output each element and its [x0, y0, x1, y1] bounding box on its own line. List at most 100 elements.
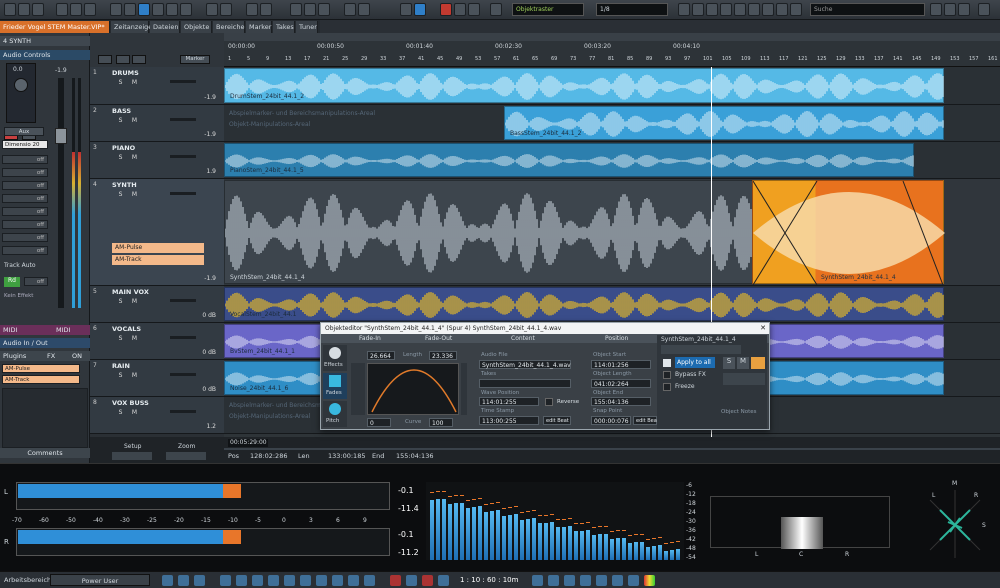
tab-marker[interactable]: Marker [246, 21, 272, 33]
skip-forward-icon[interactable] [300, 575, 311, 586]
range-tool-icon[interactable] [138, 3, 150, 16]
workspace-select[interactable]: Power User [50, 574, 150, 586]
grid-icon[interactable] [358, 3, 370, 16]
track-name[interactable]: MAIN VOX [112, 288, 149, 296]
tab-zeitanzeige[interactable]: Zeitanzeige [111, 21, 152, 33]
solo-button[interactable]: S [116, 79, 125, 88]
dvd-icon[interactable] [318, 3, 330, 16]
loop-play-icon[interactable] [734, 3, 746, 16]
copy-icon[interactable] [70, 3, 82, 16]
solo-button[interactable]: S [116, 298, 125, 307]
solo-button[interactable]: S [116, 191, 125, 200]
undo-icon[interactable] [206, 3, 218, 16]
audio-clip[interactable]: VocalStem_24bit_44.1 [224, 287, 944, 321]
grid-icon[interactable] [178, 575, 189, 586]
send-slot[interactable]: off [2, 155, 48, 164]
timeline-ruler[interactable]: 00:00:00 00:00:50 00:01:40 00:02:30 00:03:20… [224, 33, 1000, 67]
pan-knob-area[interactable]: 0.0 [6, 63, 36, 123]
loop-icon[interactable] [348, 575, 359, 586]
eye-icon[interactable] [406, 575, 417, 586]
mute-button[interactable]: M [130, 154, 139, 163]
track-header[interactable]: 2 BASS S M -1.9 [90, 105, 224, 142]
mixer-icon[interactable] [290, 3, 302, 16]
audio-inout-header[interactable]: Audio In / Out [0, 338, 90, 348]
tab-objekte[interactable]: Objekte [181, 21, 212, 33]
fade-in-value[interactable]: 26.664 [367, 351, 395, 360]
tab-effects[interactable]: Effects [323, 345, 347, 371]
audio-clip[interactable]: BassStem_24bit_44.1_2 [504, 106, 944, 140]
aux-button[interactable]: Aux [4, 127, 44, 136]
ruler-scroll[interactable] [224, 33, 1000, 41]
object-end-field[interactable]: 155:04:136 [591, 397, 651, 406]
mute-tool-icon[interactable] [180, 3, 192, 16]
reverse-checkbox[interactable] [545, 398, 553, 406]
track-view-icon[interactable] [98, 55, 112, 64]
play-object-icon[interactable] [751, 357, 765, 369]
cut-icon[interactable] [56, 3, 68, 16]
track-name[interactable]: SYNTH [112, 181, 137, 189]
tool-icon-b[interactable] [548, 575, 559, 586]
comments-header[interactable]: Comments [0, 448, 90, 458]
setup-buttons[interactable] [112, 452, 152, 460]
track-volume[interactable]: 1.2 [206, 423, 216, 430]
tool-icon-e[interactable] [596, 575, 607, 586]
quantize-select[interactable]: 1/8 [596, 3, 668, 16]
fader-handle[interactable] [55, 128, 67, 144]
track-volume[interactable]: 1.9 [206, 168, 216, 175]
loop-record-icon[interactable] [454, 3, 466, 16]
track-volume[interactable]: 0 dB [202, 386, 216, 393]
wave-position-field[interactable]: 114:01:255 [479, 397, 539, 406]
curve-left-value[interactable]: 0 [367, 418, 391, 427]
mute-button[interactable]: M [130, 79, 139, 88]
auto-icon[interactable] [304, 3, 316, 16]
zoom-tool-icon[interactable] [166, 3, 178, 16]
time-stamp-field[interactable]: 113:00:255 [479, 416, 539, 425]
track-lane[interactable]: DrumStem_24bit_44.1_2 [224, 67, 1000, 105]
play-icon[interactable] [332, 575, 343, 586]
audio-controls-header[interactable]: Audio Controls [0, 50, 90, 60]
track-lane[interactable]: SynthStem_24bit_44.1_4 SynthStem_24bit_44… [224, 179, 1000, 286]
send-slot[interactable]: off [2, 246, 48, 255]
search-input[interactable]: Suche [810, 3, 925, 16]
tool-icon-d[interactable] [580, 575, 591, 586]
send-slot[interactable]: off [2, 194, 48, 203]
plugins-header[interactable]: Plugins FX ON [0, 351, 90, 361]
automation-mode[interactable]: off [24, 277, 48, 286]
selected-synth-clip[interactable]: SynthStem_24bit_44.1_4 [752, 180, 945, 286]
mute-button[interactable]: M [130, 409, 139, 418]
audio-clip[interactable]: PianoStem_24bit_44.1_5 [224, 143, 914, 177]
track-header[interactable]: 5 MAIN VOX S M 0 dB [90, 286, 224, 323]
track-name[interactable]: BASS [112, 107, 131, 115]
send-slot[interactable]: off [2, 168, 48, 177]
takes-field[interactable] [479, 379, 571, 388]
track-insert-slot[interactable]: AM-Track [112, 255, 204, 265]
track-volume[interactable]: 0 dB [202, 312, 216, 319]
cut-tool-icon[interactable] [124, 3, 136, 16]
solo-icon[interactable] [762, 3, 774, 16]
marker-icon[interactable] [422, 575, 433, 586]
tab-tuner[interactable]: Tuner [296, 21, 318, 33]
tool-icon[interactable] [930, 3, 942, 16]
window-title-tab[interactable]: Frieder Vogel STEM Master.VIP* [0, 21, 110, 33]
target-icon[interactable] [390, 575, 401, 586]
send-slot[interactable]: off [2, 207, 48, 216]
rewind-icon[interactable] [678, 3, 690, 16]
stop-icon[interactable] [316, 575, 327, 586]
mute-button[interactable]: M [130, 191, 139, 200]
redo-icon[interactable] [220, 3, 232, 16]
send-slot[interactable]: off [2, 233, 48, 242]
monitor-icon[interactable] [776, 3, 788, 16]
fx-icon[interactable] [790, 3, 802, 16]
snap-point-field[interactable]: 000:00:076 [591, 416, 631, 425]
track-header[interactable]: 8 VOX BUSS S M 1.2 [90, 397, 224, 434]
marker-icon[interactable] [400, 3, 412, 16]
audio-clip[interactable]: SynthStem_24bit_44.1_4 [224, 180, 754, 284]
grid-select[interactable]: Objektraster [512, 3, 584, 16]
audio-clip[interactable]: DrumStem_24bit_44.1_2 [224, 68, 944, 103]
track-volume[interactable]: -1.9 [204, 94, 216, 101]
read-automation-button[interactable]: Rd [4, 277, 20, 287]
solo-all-icon[interactable] [116, 55, 130, 64]
track-insert-slot[interactable]: AM-Pulse [112, 243, 204, 253]
midi-header[interactable]: MIDI MIDI [0, 325, 90, 335]
send-slot[interactable]: off [2, 181, 48, 190]
